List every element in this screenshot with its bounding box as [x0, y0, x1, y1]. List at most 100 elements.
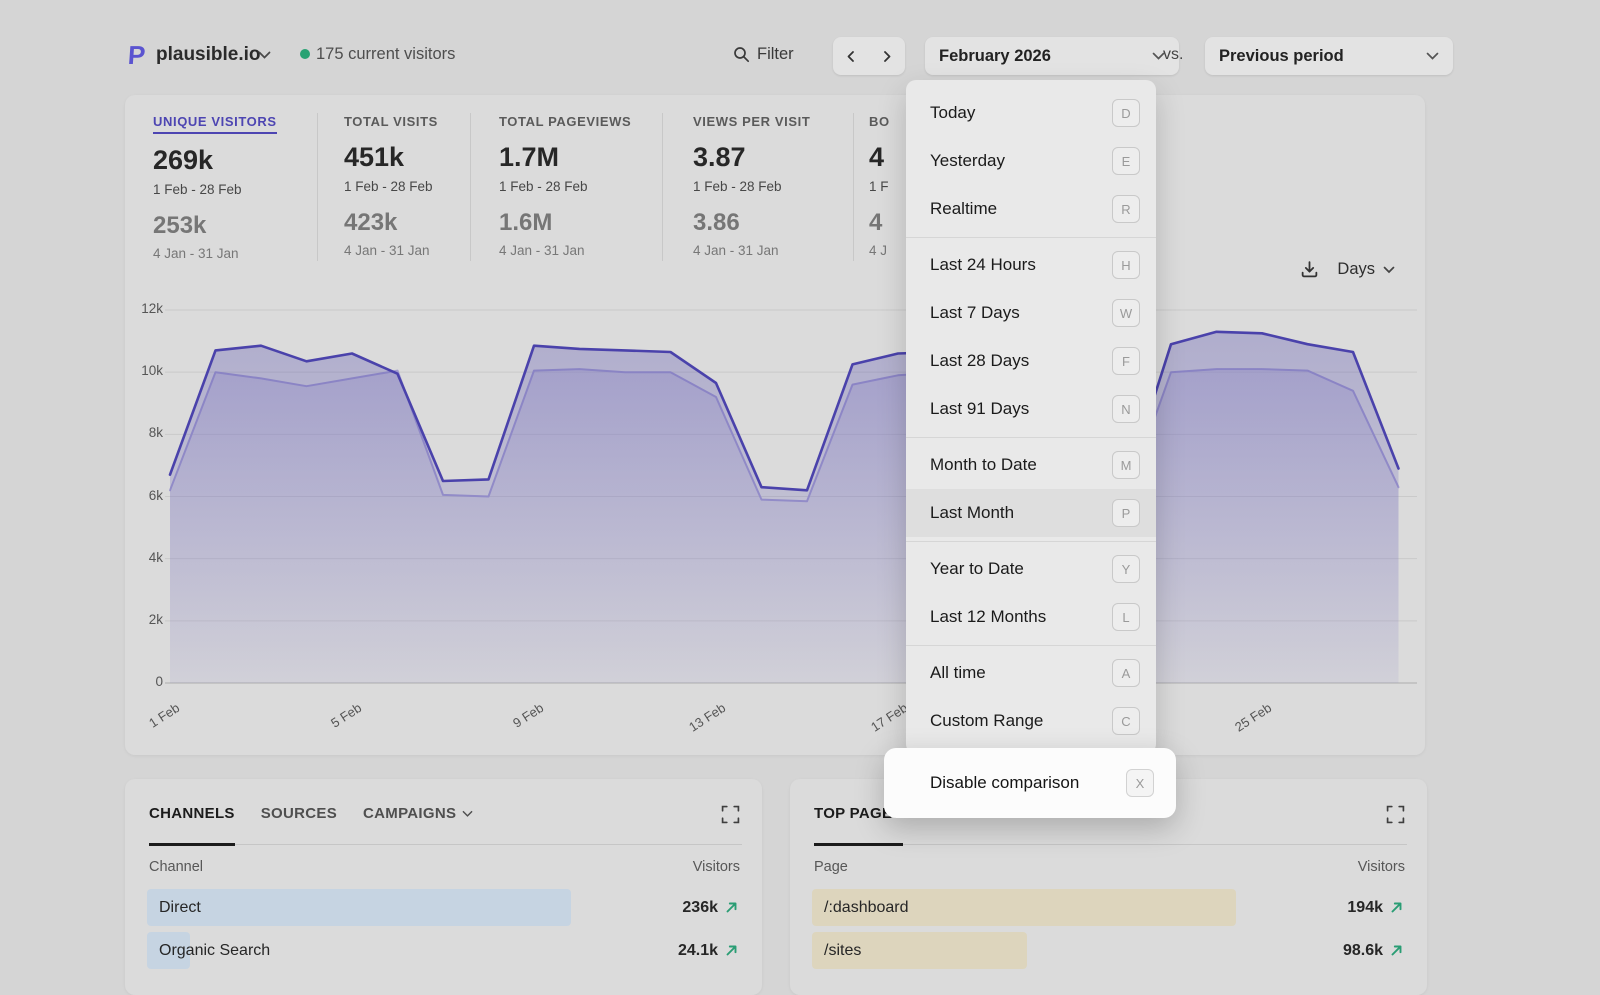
- stat-label: TOTAL PAGEVIEWS: [499, 114, 631, 129]
- row-value-wrap: 24.1k: [678, 929, 738, 972]
- stat-1[interactable]: UNIQUE VISITORS269k1 Feb - 28 Feb253k4 J…: [125, 113, 317, 261]
- stat-label: TOTAL VISITS: [344, 114, 438, 129]
- comparison-selector[interactable]: Previous period: [1205, 37, 1453, 75]
- x-axis-tick: 9 Feb: [494, 700, 546, 741]
- shortcut-key-badge: H: [1112, 251, 1140, 279]
- table-row[interactable]: /sites98.6k: [812, 929, 1405, 972]
- site-name[interactable]: plausible.io: [156, 44, 261, 66]
- y-axis-tick: 6k: [129, 488, 163, 503]
- shortcut-key-badge: Y: [1112, 555, 1140, 583]
- shortcut-key-badge: N: [1112, 395, 1140, 423]
- menu-item-last-28-days[interactable]: Last 28 DaysF: [906, 337, 1156, 385]
- breakdown-tabs: CHANNELS SOURCES CAMPAIGNS: [149, 805, 473, 822]
- column-header-visitors: Visitors: [1358, 859, 1405, 875]
- shortcut-key-badge: D: [1112, 99, 1140, 127]
- date-range-menu: TodayDYesterdayERealtimeRLast 24 HoursHL…: [906, 80, 1156, 754]
- menu-section-3: Month to DateMLast MonthP: [906, 441, 1156, 537]
- menu-item-label: Today: [930, 103, 1112, 123]
- row-value-wrap: 236k: [682, 886, 738, 929]
- shortcut-key-badge: W: [1112, 299, 1140, 327]
- menu-item-last-month[interactable]: Last MonthP: [906, 489, 1156, 537]
- visitors-chart[interactable]: 02k4k6k8k10k12k1 Feb5 Feb9 Feb13 Feb17 F…: [125, 290, 1425, 755]
- chart-canvas[interactable]: [125, 290, 1425, 690]
- row-value: 98.6k: [1343, 942, 1383, 960]
- current-visitors[interactable]: 175 current visitors: [316, 45, 455, 64]
- comparison-label: Previous period: [1219, 47, 1344, 66]
- shortcut-key-badge: F: [1112, 347, 1140, 375]
- menu-section-1: TodayDYesterdayERealtimeR: [906, 89, 1156, 233]
- menu-item-all-time[interactable]: All timeA: [906, 649, 1156, 697]
- menu-item-last-7-days[interactable]: Last 7 DaysW: [906, 289, 1156, 337]
- menu-item-yesterday[interactable]: YesterdayE: [906, 137, 1156, 185]
- x-axis-tick: 5 Feb: [312, 700, 364, 741]
- tab-channels[interactable]: CHANNELS: [149, 805, 235, 822]
- menu-item-last-12-months[interactable]: Last 12 MonthsL: [906, 593, 1156, 641]
- menu-item-realtime[interactable]: RealtimeR: [906, 185, 1156, 233]
- menu-divider: [906, 541, 1156, 542]
- stat-3[interactable]: TOTAL PAGEVIEWS1.7M1 Feb - 28 Feb1.6M4 J…: [470, 113, 662, 261]
- menu-item-label: Custom Range: [930, 711, 1112, 731]
- stat-period: 1 Feb - 28 Feb: [499, 179, 662, 194]
- menu-item-custom-range[interactable]: Custom RangeC: [906, 697, 1156, 745]
- menu-item-label: Last 28 Days: [930, 351, 1112, 371]
- next-period-arrow-icon[interactable]: [881, 50, 893, 63]
- shortcut-key-badge: P: [1112, 499, 1140, 527]
- chevron-down-icon: [462, 810, 473, 818]
- channels-card: CHANNELSSOURCESCAMPAIGNSChannelVisitorsD…: [125, 779, 762, 995]
- stat-label: BO: [869, 114, 890, 129]
- date-range-selector[interactable]: February 2026: [925, 37, 1179, 75]
- tab-campaigns[interactable]: CAMPAIGNS: [363, 805, 473, 822]
- expand-icon[interactable]: [721, 805, 740, 824]
- disable-comparison-item[interactable]: Disable comparison X: [884, 748, 1176, 818]
- expand-icon[interactable]: [1386, 805, 1405, 824]
- table-row[interactable]: /:dashboard194k: [812, 886, 1405, 929]
- filter-button[interactable]: Filter: [733, 45, 794, 64]
- stat-prev-period: 4 Jan - 31 Jan: [693, 243, 853, 258]
- table-row[interactable]: Organic Search 24.1k: [147, 929, 740, 972]
- shortcut-key-badge: M: [1112, 451, 1140, 479]
- filter-label: Filter: [757, 45, 794, 64]
- y-axis-tick: 2k: [129, 612, 163, 627]
- main-series-area: [170, 332, 1399, 683]
- active-tab-underline: [814, 843, 903, 846]
- shortcut-key-badge: R: [1112, 195, 1140, 223]
- date-range-label: February 2026: [939, 47, 1051, 66]
- stat-prev-period: 4 Jan - 31 Jan: [499, 243, 662, 258]
- menu-item-year-to-date[interactable]: Year to DateY: [906, 545, 1156, 593]
- trend-up-arrow-icon: [725, 944, 738, 957]
- stat-2[interactable]: TOTAL VISITS451k1 Feb - 28 Feb423k4 Jan …: [317, 113, 470, 261]
- disable-comparison-label: Disable comparison: [930, 773, 1126, 793]
- comparison-chevron-down-icon: [1426, 52, 1439, 61]
- interval-selector[interactable]: Days: [1337, 260, 1395, 279]
- shortcut-key-badge: A: [1112, 659, 1140, 687]
- vs-label: vs.: [1163, 46, 1183, 64]
- site-chevron-down-icon[interactable]: [258, 51, 271, 60]
- trend-up-arrow-icon: [1390, 944, 1403, 957]
- stat-prev-period: 4 Jan - 31 Jan: [153, 246, 317, 261]
- trend-up-arrow-icon: [725, 901, 738, 914]
- download-icon[interactable]: [1300, 260, 1319, 279]
- tab-sources[interactable]: SOURCES: [261, 805, 337, 822]
- row-name: /:dashboard: [824, 886, 909, 929]
- menu-item-label: Last 91 Days: [930, 399, 1112, 419]
- y-axis-tick: 0: [129, 674, 163, 689]
- stat-4[interactable]: VIEWS PER VISIT3.871 Feb - 28 Feb3.864 J…: [662, 113, 853, 261]
- breakdown-rows: /:dashboard194k/sites98.6k: [812, 886, 1405, 972]
- menu-item-today[interactable]: TodayD: [906, 89, 1156, 137]
- stat-label: VIEWS PER VISIT: [693, 114, 810, 129]
- prev-period-arrow-icon[interactable]: [845, 50, 857, 63]
- menu-item-last-91-days[interactable]: Last 91 DaysN: [906, 385, 1156, 433]
- stat-period: 1 Feb - 28 Feb: [693, 179, 853, 194]
- menu-item-last-24-hours[interactable]: Last 24 HoursH: [906, 241, 1156, 289]
- tab-label: CHANNELS: [149, 805, 235, 822]
- live-visitors-dot: [300, 49, 310, 59]
- menu-item-month-to-date[interactable]: Month to DateM: [906, 441, 1156, 489]
- menu-item-label: All time: [930, 663, 1112, 683]
- row-name: Organic Search: [159, 929, 270, 972]
- column-header-visitors: Visitors: [693, 859, 740, 875]
- table-row[interactable]: Direct236k: [147, 886, 740, 929]
- shortcut-key-badge: X: [1126, 769, 1154, 797]
- stat-value: 1.7M: [499, 142, 662, 173]
- x-axis-tick: 13 Feb: [676, 700, 728, 741]
- menu-section-4: Year to DateYLast 12 MonthsL: [906, 545, 1156, 641]
